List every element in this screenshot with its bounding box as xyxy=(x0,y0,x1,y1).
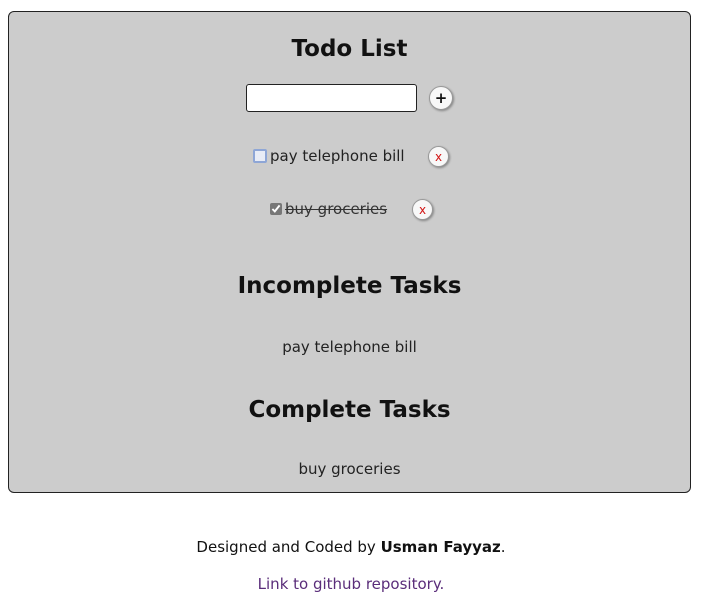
complete-task-item: buy groceries xyxy=(298,460,401,478)
add-todo-button[interactable]: + xyxy=(429,86,453,110)
todo-app-panel: Todo List + pay telephone bill x buy gro… xyxy=(8,11,691,493)
delete-todo-button[interactable]: x xyxy=(412,199,433,220)
credit-prefix: Designed and Coded by xyxy=(196,538,381,556)
incomplete-task-item: pay telephone bill xyxy=(282,338,417,356)
todo-text: pay telephone bill xyxy=(270,147,405,165)
github-repo-link[interactable]: Link to github repository. xyxy=(0,574,702,594)
author-name: Usman Fayyaz xyxy=(380,538,501,556)
todo-checkbox[interactable] xyxy=(270,203,282,215)
complete-tasks-heading: Complete Tasks xyxy=(248,397,451,423)
todo-item: pay telephone bill xyxy=(253,145,405,167)
delete-todo-button[interactable]: x xyxy=(428,146,449,167)
app-title: Todo List xyxy=(291,36,408,62)
todo-text: buy groceries xyxy=(285,200,388,218)
new-todo-input[interactable] xyxy=(246,84,417,112)
todo-item: buy groceries xyxy=(270,198,387,220)
credit-suffix: . xyxy=(500,538,506,556)
footer-credit: Designed and Coded by Usman Fayyaz. xyxy=(0,537,702,557)
incomplete-tasks-heading: Incomplete Tasks xyxy=(237,273,462,299)
todo-checkbox[interactable] xyxy=(253,149,267,163)
